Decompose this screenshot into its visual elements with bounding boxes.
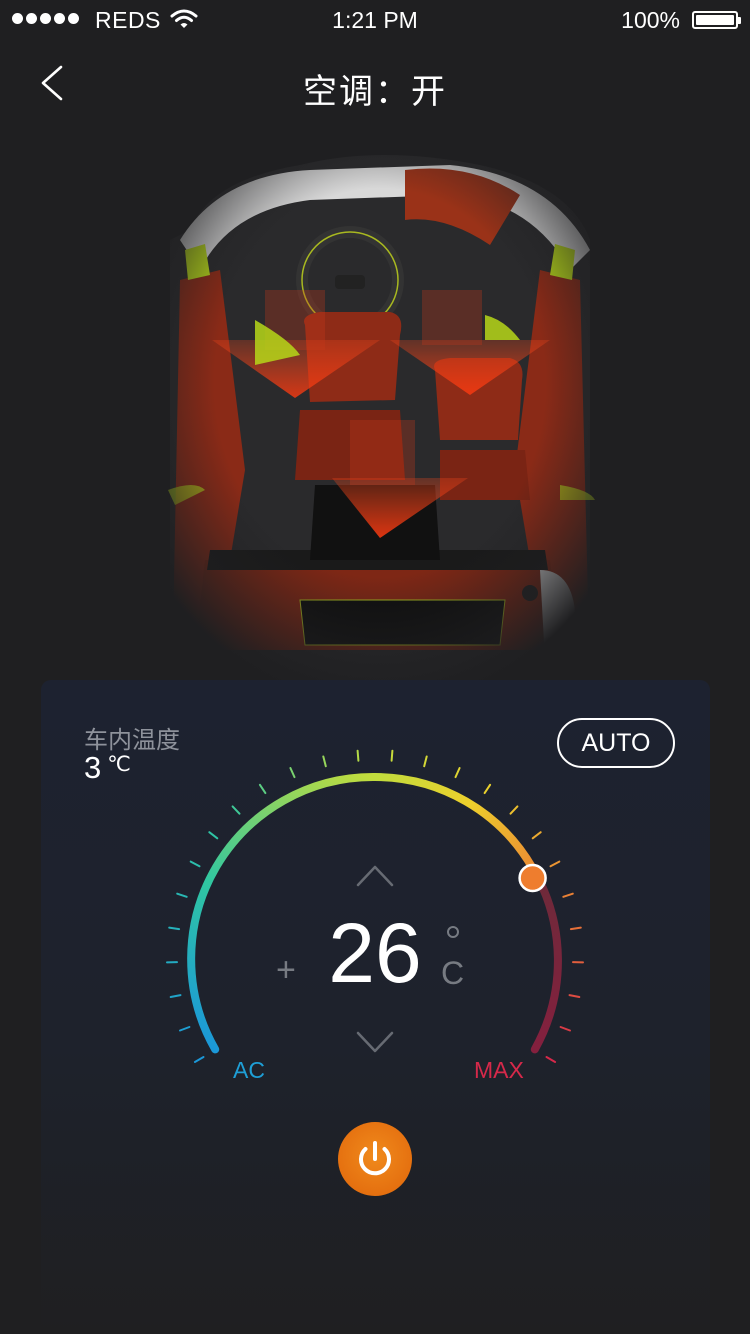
navigation-bar: 空调：开 (0, 40, 750, 128)
car-interior-image (150, 140, 610, 680)
increase-temperature-button[interactable] (350, 858, 400, 892)
dial-min-label: AC (233, 1057, 265, 1083)
inner-temperature-unit: ℃ (107, 753, 131, 776)
degree-symbol (447, 926, 459, 938)
climate-control-panel (41, 680, 710, 1334)
target-temperature-unit: C (441, 955, 465, 991)
temperature-slider-knob[interactable] (518, 863, 547, 893)
target-temperature: 26 (328, 906, 422, 1000)
decrease-temperature-button[interactable] (350, 1025, 400, 1059)
auto-button[interactable]: AUTO (557, 718, 675, 768)
battery-icon (692, 11, 741, 29)
page-title: 空调：开 (303, 73, 447, 111)
plus-button[interactable]: + (276, 951, 296, 990)
power-button[interactable] (338, 1122, 412, 1196)
power-icon (359, 1141, 391, 1176)
inner-temperature-value: 3 ℃ (84, 750, 131, 786)
dial-max-label: MAX (474, 1057, 524, 1083)
inner-temperature-number: 3 (84, 750, 102, 785)
status-bar: REDS 1:21 PM 100% (0, 0, 750, 40)
battery-percent: 100% (621, 7, 680, 33)
